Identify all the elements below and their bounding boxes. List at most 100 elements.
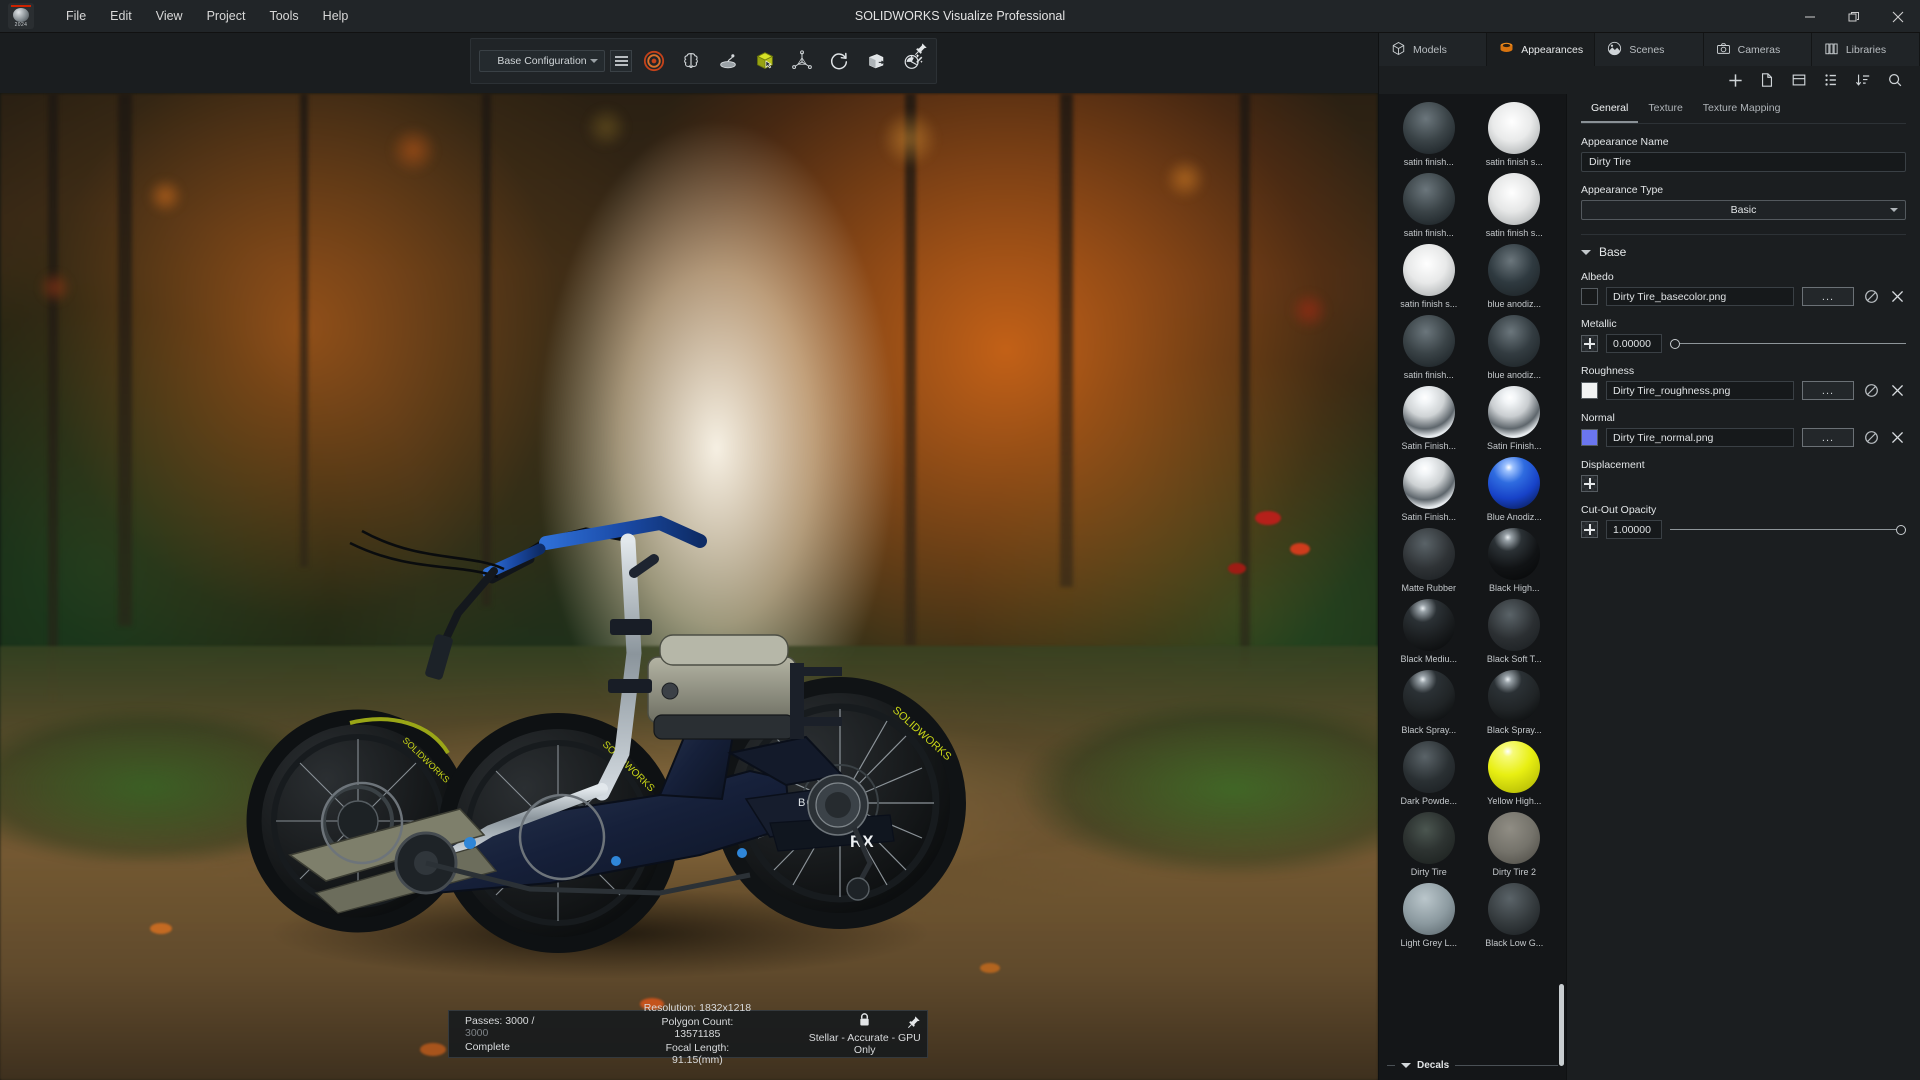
- appearance-thumbnail[interactable]: [1488, 883, 1540, 935]
- appearance-thumbnail[interactable]: [1488, 386, 1540, 438]
- appearance-item[interactable]: Black Spray...: [1389, 670, 1469, 735]
- appearance-thumbnail[interactable]: [1488, 244, 1540, 296]
- cutout-opacity-slider[interactable]: [1670, 520, 1906, 539]
- appearance-thumbnail[interactable]: [1403, 812, 1455, 864]
- tab-models[interactable]: Models: [1379, 33, 1487, 66]
- base-section-header[interactable]: Base: [1581, 245, 1906, 259]
- tab-libraries[interactable]: Libraries: [1812, 33, 1920, 66]
- appearance-thumbnail[interactable]: [1403, 599, 1455, 651]
- appearance-item[interactable]: satin finish...: [1389, 102, 1469, 167]
- decals-group-header[interactable]: Decals: [1387, 1056, 1558, 1074]
- roughness-path-input[interactable]: Dirty Tire_roughness.png: [1606, 381, 1794, 400]
- sort-icon[interactable]: [1854, 71, 1872, 89]
- roughness-disable-icon[interactable]: [1862, 382, 1880, 400]
- status-pin-icon[interactable]: [907, 1015, 921, 1032]
- render-target-icon[interactable]: [639, 46, 669, 76]
- appearance-thumbnail[interactable]: [1488, 599, 1540, 651]
- minimize-button[interactable]: [1788, 0, 1832, 33]
- appearance-thumbnail[interactable]: [1488, 528, 1540, 580]
- maximize-restore-button[interactable]: [1832, 0, 1876, 33]
- appearance-item[interactable]: satin finish s...: [1389, 244, 1469, 309]
- appearance-thumbnail[interactable]: [1403, 457, 1455, 509]
- appearance-thumbnail[interactable]: [1488, 315, 1540, 367]
- appearance-thumbnail[interactable]: [1403, 741, 1455, 793]
- normal-disable-icon[interactable]: [1862, 429, 1880, 447]
- metallic-slider[interactable]: [1670, 334, 1906, 353]
- add-icon[interactable]: [1726, 71, 1744, 89]
- metallic-add-texture-icon[interactable]: [1581, 335, 1598, 352]
- menu-tools[interactable]: Tools: [257, 4, 310, 28]
- appearance-item[interactable]: Black Spray...: [1475, 670, 1555, 735]
- appearance-item[interactable]: satin finish s...: [1475, 102, 1555, 167]
- cutout-add-texture-icon[interactable]: [1581, 521, 1598, 538]
- trike-model[interactable]: SOLIDWORKS: [230, 423, 970, 1023]
- brain-icon[interactable]: [676, 46, 706, 76]
- appearance-library-browser[interactable]: satin finish...satin finish s...satin fi…: [1379, 94, 1567, 1080]
- cutout-opacity-input[interactable]: 1.00000: [1606, 520, 1662, 539]
- normal-swatch[interactable]: [1581, 429, 1598, 446]
- appearance-item[interactable]: Black Mediu...: [1389, 599, 1469, 664]
- appearance-thumbnail[interactable]: [1403, 244, 1455, 296]
- appearance-item[interactable]: Black High...: [1475, 528, 1555, 593]
- close-button[interactable]: [1876, 0, 1920, 33]
- appearance-thumbnail[interactable]: [1488, 173, 1540, 225]
- new-file-icon[interactable]: [1758, 71, 1776, 89]
- albedo-clear-icon[interactable]: [1888, 288, 1906, 306]
- appearance-item[interactable]: satin finish...: [1389, 173, 1469, 238]
- search-icon[interactable]: [1886, 71, 1904, 89]
- metallic-value-input[interactable]: 0.00000: [1606, 334, 1662, 353]
- appearance-thumbnail[interactable]: [1488, 812, 1540, 864]
- appearance-item[interactable]: Satin Finish...: [1389, 457, 1469, 522]
- appearance-item[interactable]: Satin Finish...: [1475, 386, 1555, 451]
- normal-clear-icon[interactable]: [1888, 429, 1906, 447]
- appearance-thumbnail[interactable]: [1403, 528, 1455, 580]
- normal-path-input[interactable]: Dirty Tire_normal.png: [1606, 428, 1794, 447]
- toolbar-pin-icon[interactable]: [914, 42, 930, 58]
- appearance-item[interactable]: Dirty Tire 2: [1475, 812, 1555, 877]
- menu-project[interactable]: Project: [195, 4, 258, 28]
- cube-select-icon[interactable]: [750, 46, 780, 76]
- appearance-thumbnail[interactable]: [1403, 102, 1455, 154]
- appearance-thumbnail[interactable]: [1403, 670, 1455, 722]
- albedo-browse-button[interactable]: ...: [1802, 287, 1854, 306]
- rotate-icon[interactable]: [824, 46, 854, 76]
- menu-edit[interactable]: Edit: [98, 4, 144, 28]
- triad-icon[interactable]: [787, 46, 817, 76]
- prop-tab-texture-mapping[interactable]: Texture Mapping: [1693, 98, 1791, 123]
- appearance-item[interactable]: blue anodiz...: [1475, 244, 1555, 309]
- normal-browse-button[interactable]: ...: [1802, 428, 1854, 447]
- appearance-item[interactable]: blue anodiz...: [1475, 315, 1555, 380]
- appearance-thumbnail[interactable]: [1403, 386, 1455, 438]
- appearance-thumbnail[interactable]: [1488, 457, 1540, 509]
- menu-file[interactable]: File: [54, 4, 98, 28]
- configuration-list-button[interactable]: [610, 50, 632, 72]
- appearance-item[interactable]: Yellow High...: [1475, 741, 1555, 806]
- roughness-clear-icon[interactable]: [1888, 382, 1906, 400]
- appearance-item[interactable]: Dirty Tire: [1389, 812, 1469, 877]
- appearance-thumbnail[interactable]: [1488, 670, 1540, 722]
- ground-shadow-icon[interactable]: [713, 46, 743, 76]
- prop-tab-texture[interactable]: Texture: [1638, 98, 1692, 123]
- appearance-item[interactable]: Light Grey L...: [1389, 883, 1469, 948]
- grid-view-icon[interactable]: [1822, 71, 1840, 89]
- appearance-item[interactable]: Blue Anodiz...: [1475, 457, 1555, 522]
- layout-icon[interactable]: [1790, 71, 1808, 89]
- appearance-item[interactable]: Matte Rubber: [1389, 528, 1469, 593]
- roughness-browse-button[interactable]: ...: [1802, 381, 1854, 400]
- tab-appearances[interactable]: Appearances: [1487, 33, 1595, 66]
- appearance-item[interactable]: Black Low G...: [1475, 883, 1555, 948]
- displacement-add-texture-icon[interactable]: [1581, 475, 1598, 492]
- appearance-item[interactable]: Dark Powde...: [1389, 741, 1469, 806]
- appearance-type-select[interactable]: Basic: [1581, 200, 1906, 220]
- appearance-name-input[interactable]: Dirty Tire: [1581, 152, 1906, 172]
- camera-box-icon[interactable]: [861, 46, 891, 76]
- albedo-swatch[interactable]: [1581, 288, 1598, 305]
- appearance-thumbnail[interactable]: [1403, 883, 1455, 935]
- appearance-thumbnail[interactable]: [1403, 315, 1455, 367]
- albedo-path-input[interactable]: Dirty Tire_basecolor.png: [1606, 287, 1794, 306]
- tab-scenes[interactable]: Scenes: [1595, 33, 1703, 66]
- appearance-item[interactable]: satin finish s...: [1475, 173, 1555, 238]
- render-viewport[interactable]: SOLIDWORKS: [0, 93, 1378, 1080]
- appearance-item[interactable]: Black Soft T...: [1475, 599, 1555, 664]
- library-scrollbar[interactable]: [1559, 984, 1564, 1066]
